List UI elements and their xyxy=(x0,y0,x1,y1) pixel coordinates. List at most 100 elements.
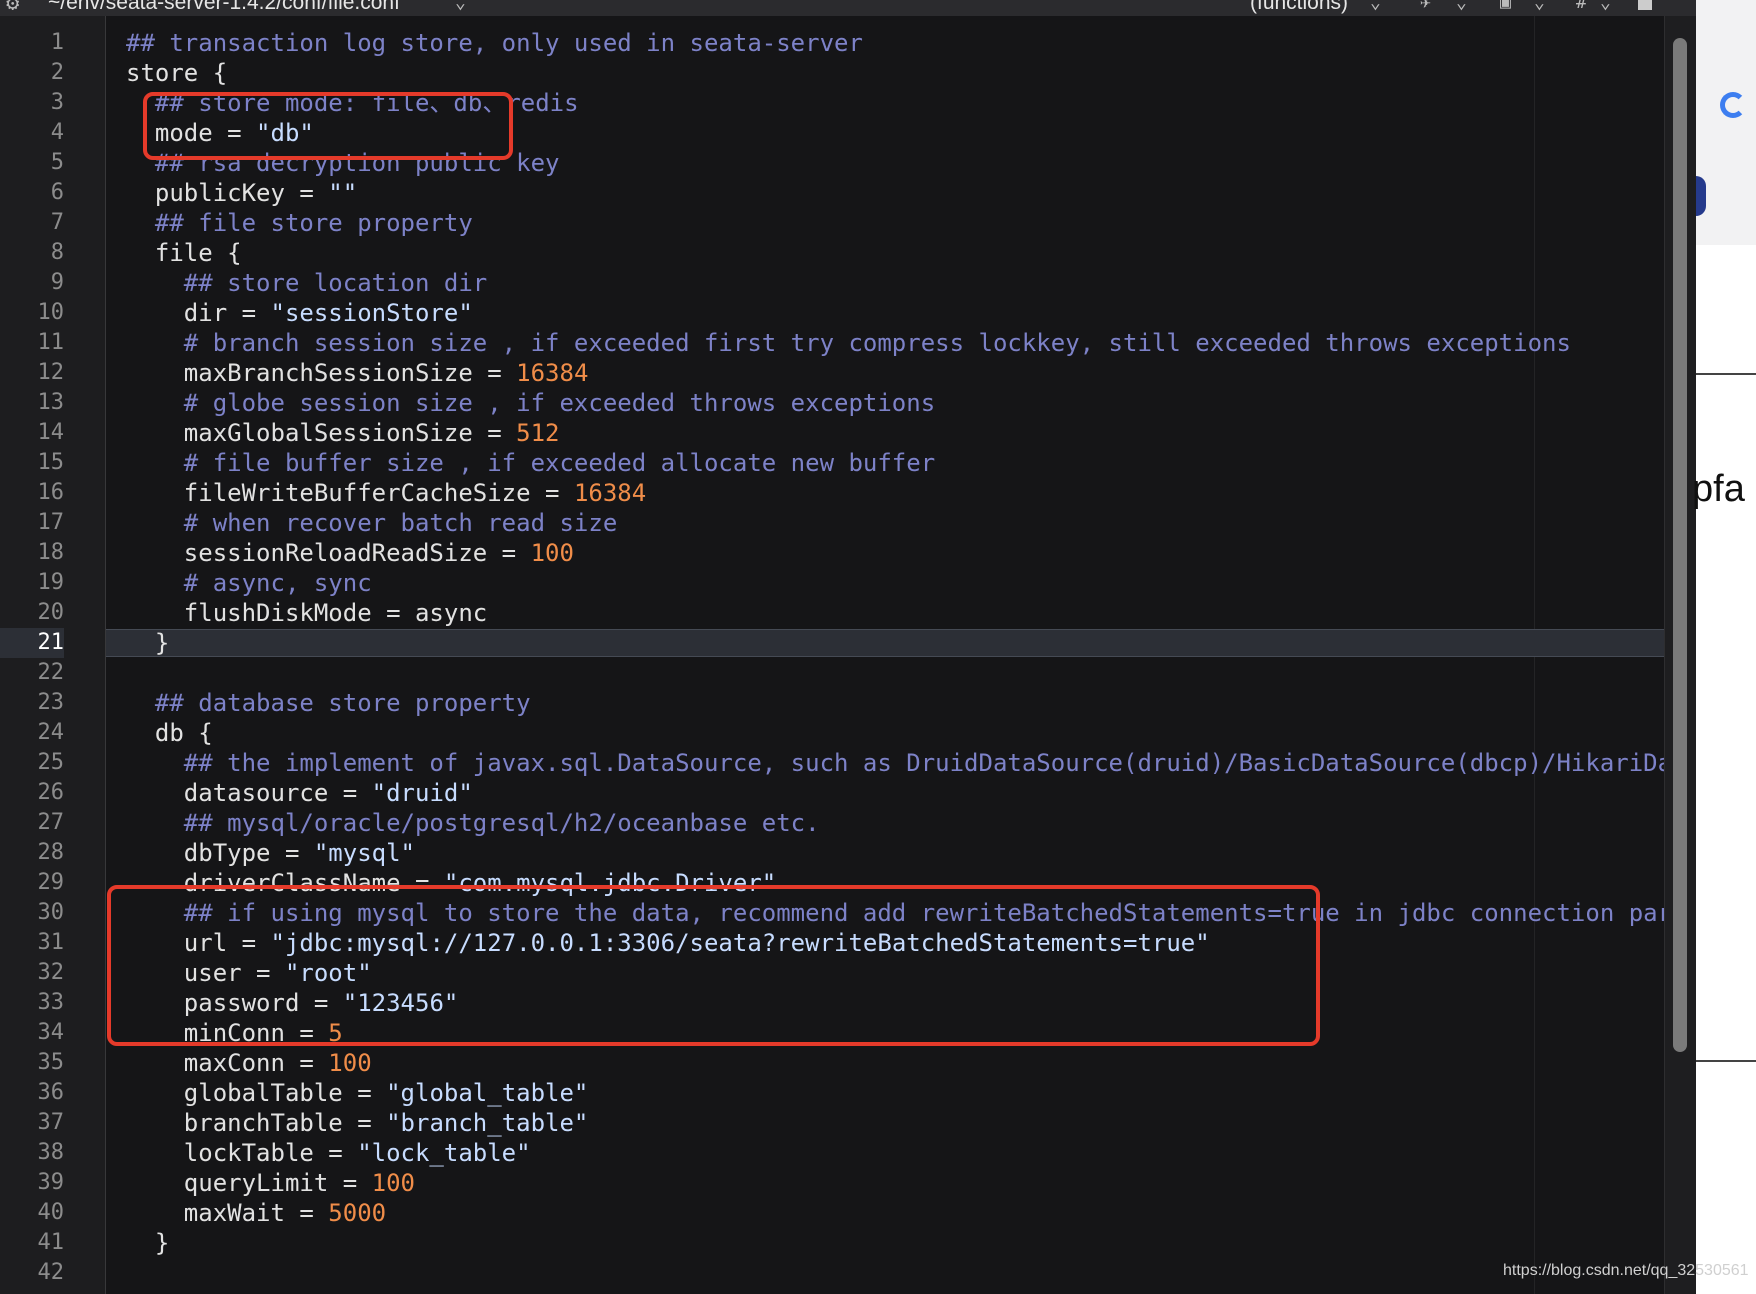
chevron-down-icon[interactable]: ⌄ xyxy=(1534,0,1545,15)
code-line[interactable]: lockTable = "lock_table" xyxy=(106,1138,1666,1168)
divider xyxy=(1696,373,1756,375)
code-editor[interactable]: ## transaction log store, only used in s… xyxy=(106,16,1666,1294)
line-number: 30 xyxy=(37,900,65,925)
code-text: maxWait = 5000 xyxy=(126,1198,386,1228)
code-token: store { xyxy=(126,59,228,87)
chevron-down-icon[interactable]: ⌄ xyxy=(1456,0,1467,15)
code-line[interactable]: globalTable = "global_table" xyxy=(106,1078,1666,1108)
line-number: 16 xyxy=(37,480,65,505)
code-line[interactable]: file { xyxy=(106,238,1666,268)
chevron-down-icon[interactable]: ⌄ xyxy=(1370,0,1381,15)
code-line[interactable]: ## transaction log store, only used in s… xyxy=(106,28,1666,58)
line-number: 27 xyxy=(37,810,65,835)
code-line[interactable]: store { xyxy=(106,58,1666,88)
line-number: 37 xyxy=(37,1110,65,1135)
code-line[interactable]: } xyxy=(106,1228,1666,1258)
functions-menu[interactable]: (functions) xyxy=(1250,0,1348,15)
line-number: 32 xyxy=(37,960,65,985)
code-token: file { xyxy=(126,239,242,267)
code-line[interactable]: # when recover batch read size xyxy=(106,508,1666,538)
code-text: store { xyxy=(126,58,227,88)
code-text: maxBranchSessionSize = 16384 xyxy=(126,358,589,388)
scrollbar-thumb[interactable] xyxy=(1673,38,1687,1052)
chevron-down-icon[interactable]: ⌄ xyxy=(1600,0,1611,15)
line-number: 5 xyxy=(50,150,64,175)
line-number: 11 xyxy=(37,330,65,355)
chevron-down-icon[interactable]: ⌄ xyxy=(455,0,466,15)
window-square-icon[interactable] xyxy=(1638,0,1652,10)
line-number: 6 xyxy=(50,180,64,205)
code-line[interactable]: maxConn = 100 xyxy=(106,1048,1666,1078)
line-number: 20 xyxy=(37,600,65,625)
file-path[interactable]: ~/env/seata-server-1.4.2/conf/file.conf xyxy=(48,0,400,15)
code-text: ## file store property xyxy=(126,208,473,238)
code-token: "branch_table" xyxy=(386,1109,589,1137)
code-text: ## the implement of javax.sql.DataSource… xyxy=(126,748,1666,778)
code-line[interactable]: dir = "sessionStore" xyxy=(106,298,1666,328)
code-token: # when recover batch read size xyxy=(126,509,618,537)
code-line[interactable]: fileWriteBufferCacheSize = 16384 xyxy=(106,478,1666,508)
line-number: 25 xyxy=(37,750,65,775)
watermark: https://blog.csdn.net/qq_32530561 xyxy=(1503,1262,1749,1279)
gear-icon[interactable]: ⚙ xyxy=(6,0,19,15)
line-number: 23 xyxy=(37,690,65,715)
highlight-box-mode xyxy=(143,92,513,160)
browser-logo-icon[interactable] xyxy=(1720,92,1746,118)
code-token: "lock_table" xyxy=(357,1139,531,1167)
code-text: # globe session size , if exceeded throw… xyxy=(126,388,935,418)
code-token: 100 xyxy=(371,1169,415,1197)
line-number: 15 xyxy=(37,450,65,475)
line-number: 38 xyxy=(37,1140,65,1165)
code-token: maxGlobalSessionSize = xyxy=(126,419,517,447)
code-line[interactable]: ## the implement of javax.sql.DataSource… xyxy=(106,748,1666,778)
avatar-icon[interactable] xyxy=(1696,176,1706,216)
code-line[interactable]: } xyxy=(106,629,1666,657)
code-token: # globe session size , if exceeded throw… xyxy=(126,389,936,417)
hash-menu[interactable]: # xyxy=(1576,0,1587,15)
code-text: # when recover batch read size xyxy=(126,508,617,538)
code-line[interactable]: ## mysql/oracle/postgresql/h2/oceanbase … xyxy=(106,808,1666,838)
code-line[interactable]: datasource = "druid" xyxy=(106,778,1666,808)
line-number: 42 xyxy=(37,1260,65,1285)
code-line[interactable]: publicKey = "" xyxy=(106,178,1666,208)
code-line[interactable]: branchTable = "branch_table" xyxy=(106,1108,1666,1138)
code-token: globalTable = xyxy=(126,1079,387,1107)
partial-text: pfa xyxy=(1692,468,1745,510)
code-line[interactable]: db { xyxy=(106,718,1666,748)
code-token: ## file store property xyxy=(126,209,473,237)
code-line[interactable]: dbType = "mysql" xyxy=(106,838,1666,868)
code-text: } xyxy=(126,1228,169,1258)
code-line[interactable]: # file buffer size , if exceeded allocat… xyxy=(106,448,1666,478)
line-number: 29 xyxy=(37,870,65,895)
code-token: branchTable = xyxy=(126,1109,387,1137)
code-text: globalTable = "global_table" xyxy=(126,1078,589,1108)
code-line[interactable]: sessionReloadReadSize = 100 xyxy=(106,538,1666,568)
code-token: ## mysql/oracle/postgresql/h2/oceanbase … xyxy=(126,809,820,837)
code-line[interactable]: # branch session size , if exceeded firs… xyxy=(106,328,1666,358)
bookmark-icon[interactable]: ✈ xyxy=(1420,0,1431,15)
document-icon[interactable]: ▣ xyxy=(1500,0,1511,15)
code-line[interactable]: ## file store property xyxy=(106,208,1666,238)
code-line[interactable]: maxBranchSessionSize = 16384 xyxy=(106,358,1666,388)
code-text: queryLimit = 100 xyxy=(126,1168,415,1198)
code-token: dbType = xyxy=(126,839,314,867)
code-line[interactable]: flushDiskMode = async xyxy=(106,598,1666,628)
code-token: 5000 xyxy=(328,1199,387,1227)
code-text: ## mysql/oracle/postgresql/h2/oceanbase … xyxy=(126,808,820,838)
code-text: sessionReloadReadSize = 100 xyxy=(126,538,574,568)
code-line[interactable]: ## store location dir xyxy=(106,268,1666,298)
code-line[interactable]: # async, sync xyxy=(106,568,1666,598)
code-line[interactable]: maxWait = 5000 xyxy=(106,1198,1666,1228)
code-token: ## transaction log store, only used in s… xyxy=(126,29,863,57)
code-line[interactable] xyxy=(106,658,1666,688)
code-text: maxGlobalSessionSize = 512 xyxy=(126,418,560,448)
code-line[interactable] xyxy=(106,1258,1666,1288)
code-line[interactable]: maxGlobalSessionSize = 512 xyxy=(106,418,1666,448)
code-token: "sessionStore" xyxy=(270,299,473,327)
code-text: ## store location dir xyxy=(126,268,487,298)
code-line[interactable]: # globe session size , if exceeded throw… xyxy=(106,388,1666,418)
code-text: file { xyxy=(126,238,242,268)
code-token: # file buffer size , if exceeded allocat… xyxy=(126,449,936,477)
code-line[interactable]: ## database store property xyxy=(106,688,1666,718)
code-line[interactable]: queryLimit = 100 xyxy=(106,1168,1666,1198)
